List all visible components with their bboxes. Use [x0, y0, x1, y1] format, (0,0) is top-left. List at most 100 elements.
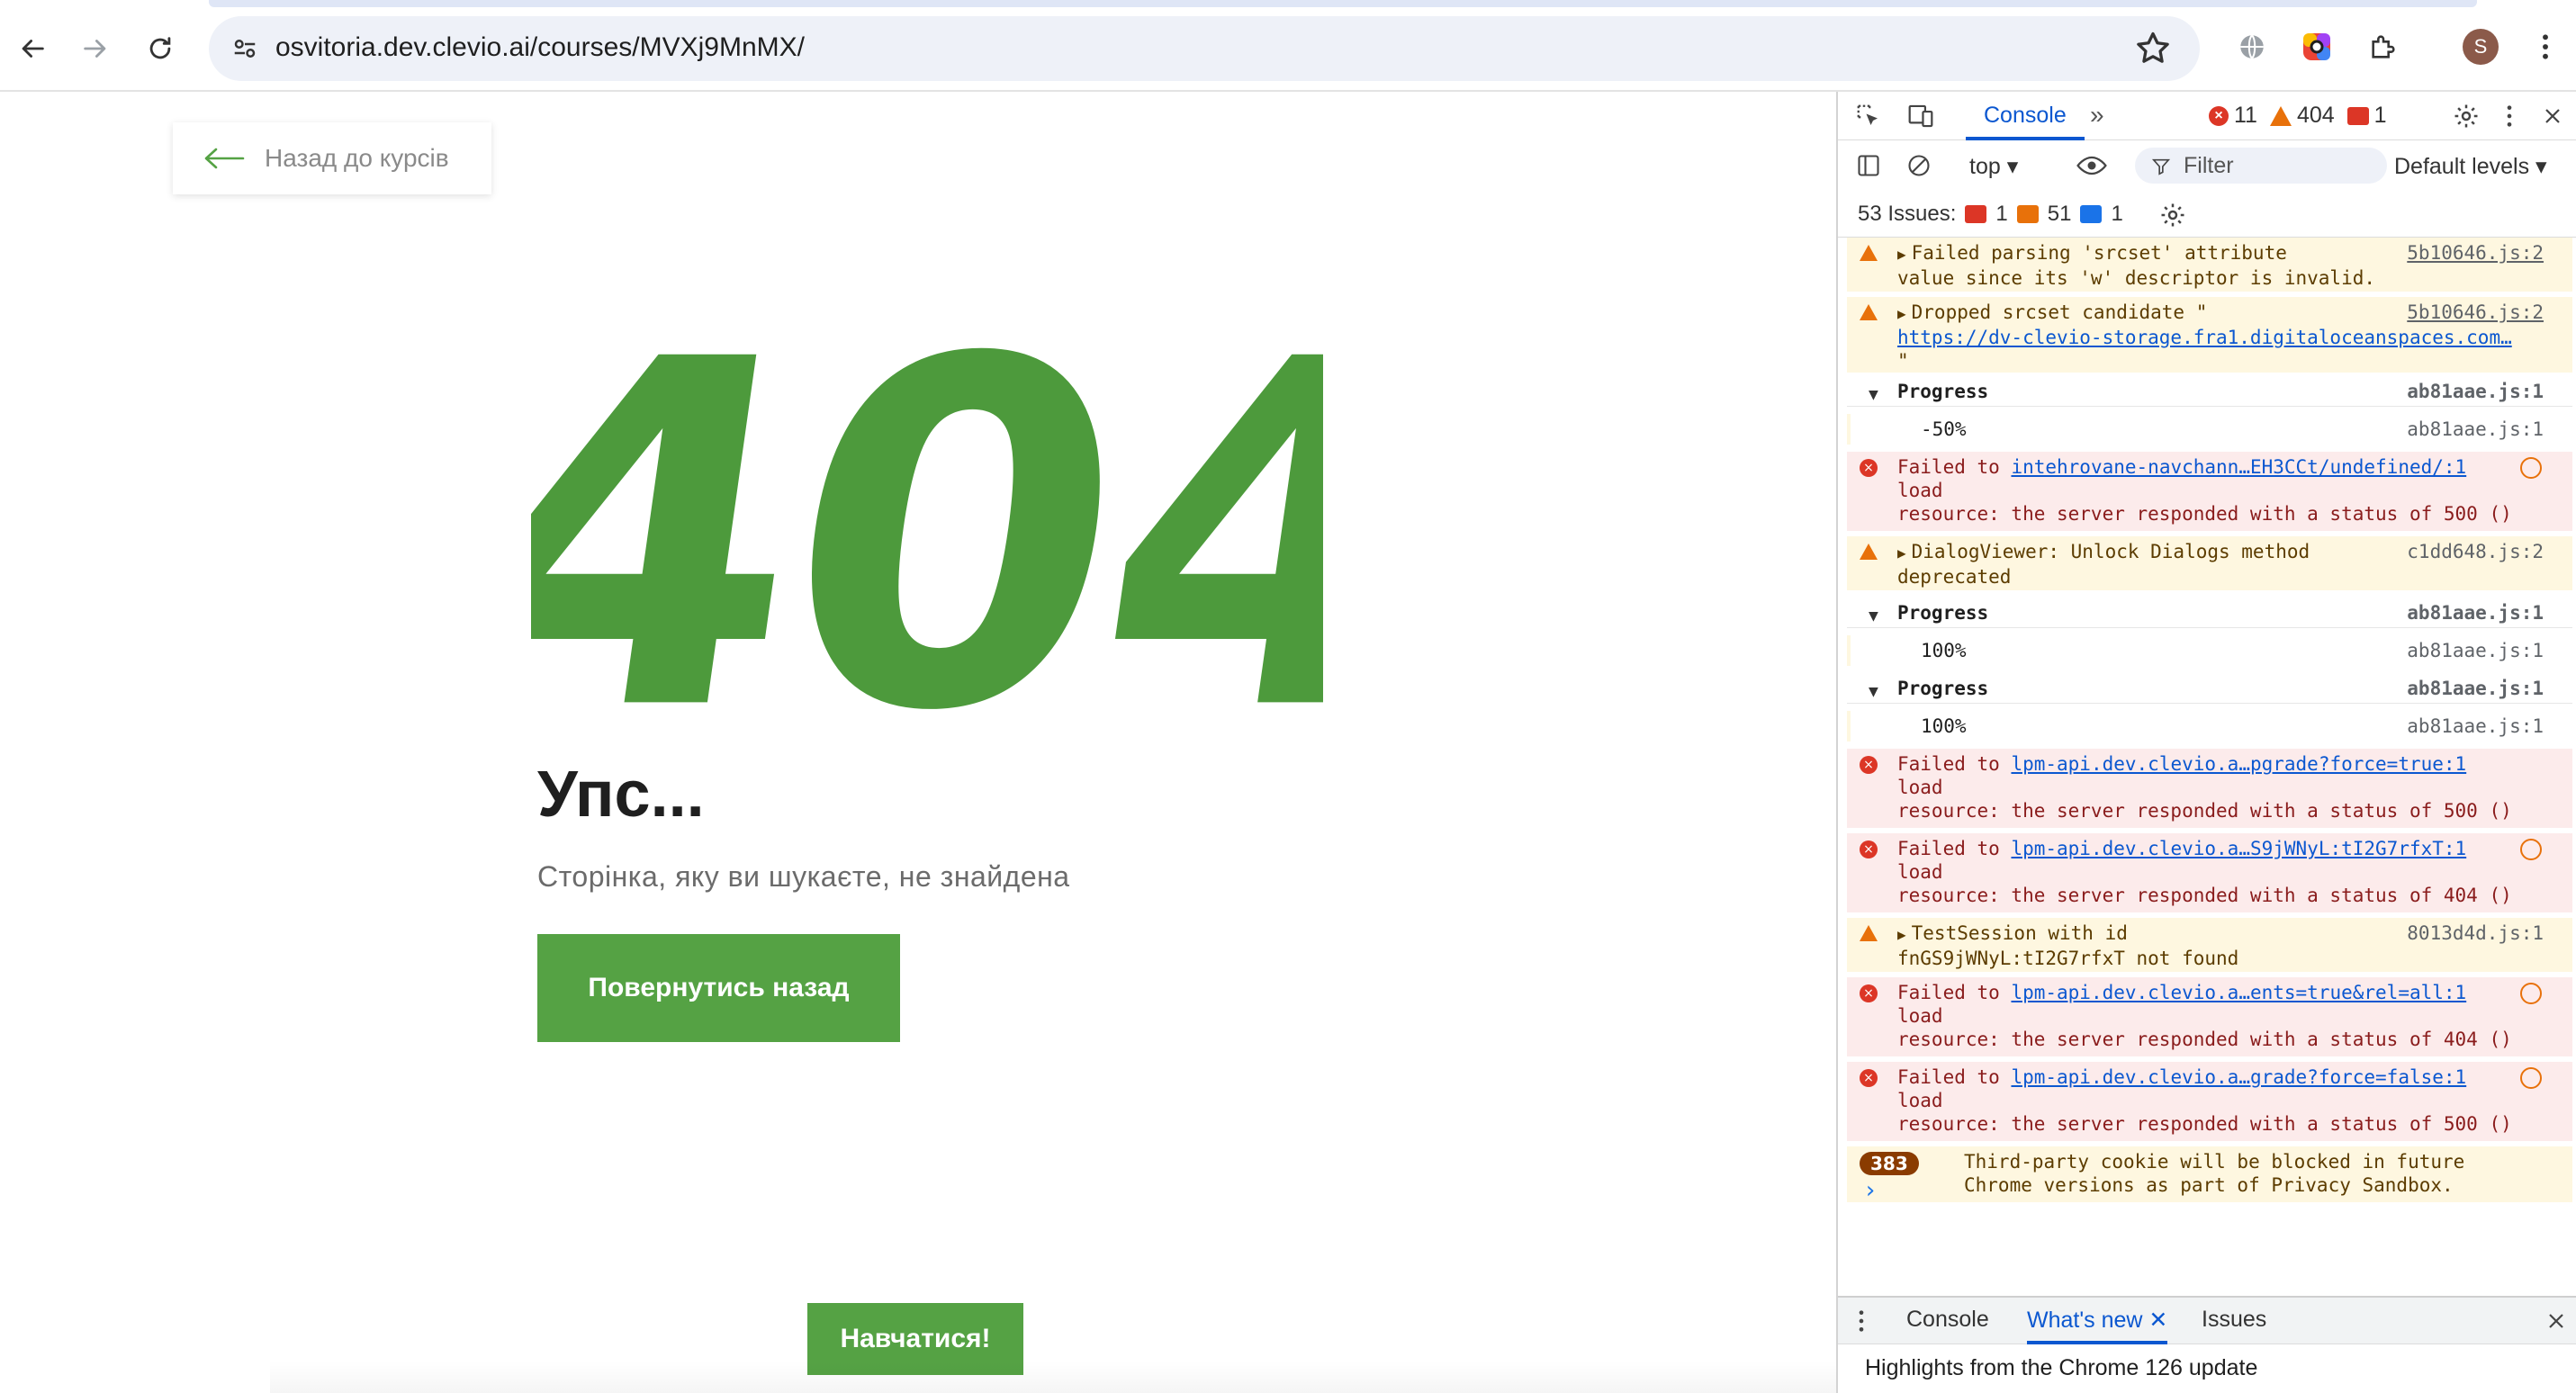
error-icon: ×: [1860, 459, 1878, 477]
chevron-down-icon: ▾: [2535, 154, 2547, 179]
console-grouped-warning[interactable]: 383 Third-party cookie will be blocked i…: [1847, 1146, 2572, 1202]
console-group-progress[interactable]: ▼ Progress ab81aae.js:1: [1847, 376, 2572, 407]
device-toolbar-icon[interactable]: [1903, 98, 1939, 134]
context-value: top: [1969, 154, 2001, 179]
message-url-link[interactable]: lpm-api.dev.clevio.a…S9jWNyL:tI2G7rfxT:1: [2011, 838, 2466, 859]
extensions-puzzle-icon[interactable]: [2364, 27, 2403, 67]
message-url-link[interactable]: lpm-api.dev.clevio.a…pgrade?force=true:1: [2011, 753, 2466, 775]
message-source-link[interactable]: 5b10646.js:2: [2407, 241, 2544, 265]
console-group-progress[interactable]: ▼ Progress ab81aae.js:1: [1847, 673, 2572, 704]
console-log: 100% ab81aae.js:1: [1847, 635, 2572, 666]
collapse-arrow-icon[interactable]: ▼: [1869, 383, 1878, 407]
console-error[interactable]: × Failed to lpm-api.dev.clevio.a…pgrade?…: [1847, 749, 2572, 828]
issue-error-icon: [1965, 205, 1987, 223]
expand-arrow-icon[interactable]: ▶: [1897, 305, 1906, 322]
url-text: osvitoria.dev.clevio.ai/courses/MVXj9MnM…: [275, 32, 805, 62]
message-source-link[interactable]: c1dd648.js:2: [2407, 540, 2544, 563]
expand-arrow-icon[interactable]: ▶: [1897, 544, 1906, 562]
context-selector[interactable]: top ▾: [1969, 153, 2018, 180]
console-error[interactable]: × Failed to lpm-api.dev.clevio.a…S9jWNyL…: [1847, 833, 2572, 912]
message-url-link[interactable]: lpm-api.dev.clevio.a…ents=true&rel=all:1: [2011, 982, 2466, 1003]
console-warning[interactable]: ▶ Failed parsing 'srcset' attribute value…: [1847, 238, 2572, 292]
drawer-tab-issues[interactable]: Issues: [2202, 1307, 2266, 1333]
drawer-tab-whats-new[interactable]: What's new ✕: [2027, 1307, 2168, 1344]
message-source-link[interactable]: 8013d4d.js:1: [2407, 921, 2544, 945]
message-source-link[interactable]: ab81aae.js:1: [2407, 380, 2544, 403]
expand-arrow-icon[interactable]: ▶: [1897, 926, 1906, 943]
message-text: resource: the server responded with a st…: [1897, 1113, 2512, 1135]
message-source-link[interactable]: ab81aae.js:1: [2407, 601, 2544, 625]
sidebar-toggle-icon[interactable]: [1851, 148, 1887, 184]
devtools-settings-icon[interactable]: [2448, 98, 2484, 134]
address-bar[interactable]: osvitoria.dev.clevio.ai/courses/MVXj9MnM…: [209, 16, 2200, 81]
network-request-icon[interactable]: [2520, 457, 2542, 479]
message-text: load: [1897, 1090, 1943, 1111]
drawer-menu-icon[interactable]: [1858, 1308, 1865, 1334]
message-source-link[interactable]: ab81aae.js:1: [2407, 639, 2544, 662]
console-error[interactable]: × Failed to intehrovane-navchann…EH3CCt/…: [1847, 452, 2572, 531]
network-request-icon[interactable]: [2520, 1067, 2542, 1089]
more-tabs-icon[interactable]: »: [2090, 101, 2104, 130]
tab-console[interactable]: Console: [1966, 92, 2085, 140]
close-tab-icon[interactable]: ✕: [2148, 1308, 2167, 1333]
message-text: Failed to: [1897, 1066, 2000, 1088]
devtools-menu-icon[interactable]: [2491, 98, 2527, 134]
message-source-link[interactable]: ab81aae.js:1: [2407, 418, 2544, 441]
browser-menu-icon[interactable]: [2526, 27, 2565, 67]
console-group-progress[interactable]: ▼ Progress ab81aae.js:1: [1847, 598, 2572, 628]
message-text: value since its 'w' descriptor is invali…: [1897, 267, 2376, 289]
message-text: load: [1897, 777, 1943, 798]
forward-button[interactable]: [68, 22, 122, 76]
console-prompt[interactable]: ›: [1863, 1177, 1878, 1204]
log-levels-dropdown[interactable]: Default levels ▾: [2394, 153, 2547, 180]
message-source-link[interactable]: ab81aae.js:1: [2407, 714, 2544, 738]
message-url-link[interactable]: https://dv-clevio-storage.fra1.digitaloc…: [1897, 327, 2512, 348]
bookmark-star-icon[interactable]: [2133, 29, 2173, 68]
back-to-courses-link[interactable]: Назад до курсів: [173, 122, 491, 194]
message-counts[interactable]: × 11 404 1: [2209, 103, 2387, 129]
chevron-down-icon: ▾: [2006, 154, 2019, 179]
go-back-button[interactable]: Повернутись назад: [537, 934, 900, 1042]
console-warning[interactable]: ▶ TestSession with id fnGS9jWNyL:tI2G7rfx…: [1847, 918, 2572, 972]
devtools-panel: Console » × 11 404 1 top ▾ Filter Defaul…: [1836, 92, 2576, 1393]
issues-settings-icon[interactable]: [2159, 202, 2186, 229]
message-count: 1: [2373, 103, 2387, 128]
issues-info-count: 1: [2111, 202, 2123, 226]
expand-arrow-icon[interactable]: ▶: [1897, 246, 1906, 263]
back-button[interactable]: [5, 22, 59, 76]
back-to-courses-label: Назад до курсів: [265, 144, 449, 172]
console-warning[interactable]: ▶ DialogViewer: Unlock Dialogs method dep…: [1847, 536, 2572, 590]
message-url-link[interactable]: intehrovane-navchann…EH3CCt/undefined/:1: [2011, 456, 2466, 478]
message-url-link[interactable]: lpm-api.dev.clevio.a…grade?force=false:1: [2011, 1066, 2466, 1088]
translate-icon[interactable]: [2232, 27, 2272, 67]
error-code-text: 404: [531, 317, 1323, 785]
close-devtools-icon[interactable]: [2535, 98, 2571, 134]
network-request-icon[interactable]: [2520, 983, 2542, 1004]
network-request-icon[interactable]: [2520, 839, 2542, 860]
inspect-element-icon[interactable]: [1851, 98, 1887, 134]
page-content: Назад до курсів 404 Упс... Сторінка, яку…: [0, 92, 1836, 1393]
console-warning[interactable]: ▶ Dropped srcset candidate " https://dv-c…: [1847, 297, 2572, 373]
warning-icon: [2269, 105, 2292, 126]
filter-input[interactable]: Filter: [2135, 148, 2387, 184]
site-settings-icon[interactable]: [223, 27, 266, 70]
close-drawer-icon[interactable]: [2545, 1310, 2567, 1332]
arrow-right-icon: [84, 40, 106, 58]
message-source-link[interactable]: ab81aae.js:1: [2407, 677, 2544, 700]
live-expression-eye-icon[interactable]: [2074, 148, 2110, 184]
error-icon: ×: [1860, 984, 1878, 1002]
reload-button[interactable]: [133, 22, 187, 76]
console-messages: ▶ Failed parsing 'srcset' attribute value…: [1838, 238, 2576, 1389]
console-error[interactable]: × Failed to lpm-api.dev.clevio.a…ents=tr…: [1847, 977, 2572, 1056]
drawer-tab-whats-new-label: What's new: [2027, 1308, 2143, 1333]
drawer-tab-console[interactable]: Console: [1906, 1307, 1989, 1333]
console-error[interactable]: × Failed to lpm-api.dev.clevio.a…grade?f…: [1847, 1062, 2572, 1141]
clear-console-icon[interactable]: [1901, 148, 1937, 184]
message-source-link[interactable]: 5b10646.js:2: [2407, 301, 2544, 324]
profile-avatar[interactable]: S: [2463, 29, 2499, 65]
collapse-arrow-icon[interactable]: ▼: [1869, 680, 1878, 704]
issues-bar[interactable]: 53 Issues: 1 51 1: [1838, 191, 2576, 238]
color-extension-icon[interactable]: [2297, 27, 2337, 67]
collapse-arrow-icon[interactable]: ▼: [1869, 605, 1878, 628]
repeat-count-badge[interactable]: 383: [1860, 1152, 1919, 1175]
